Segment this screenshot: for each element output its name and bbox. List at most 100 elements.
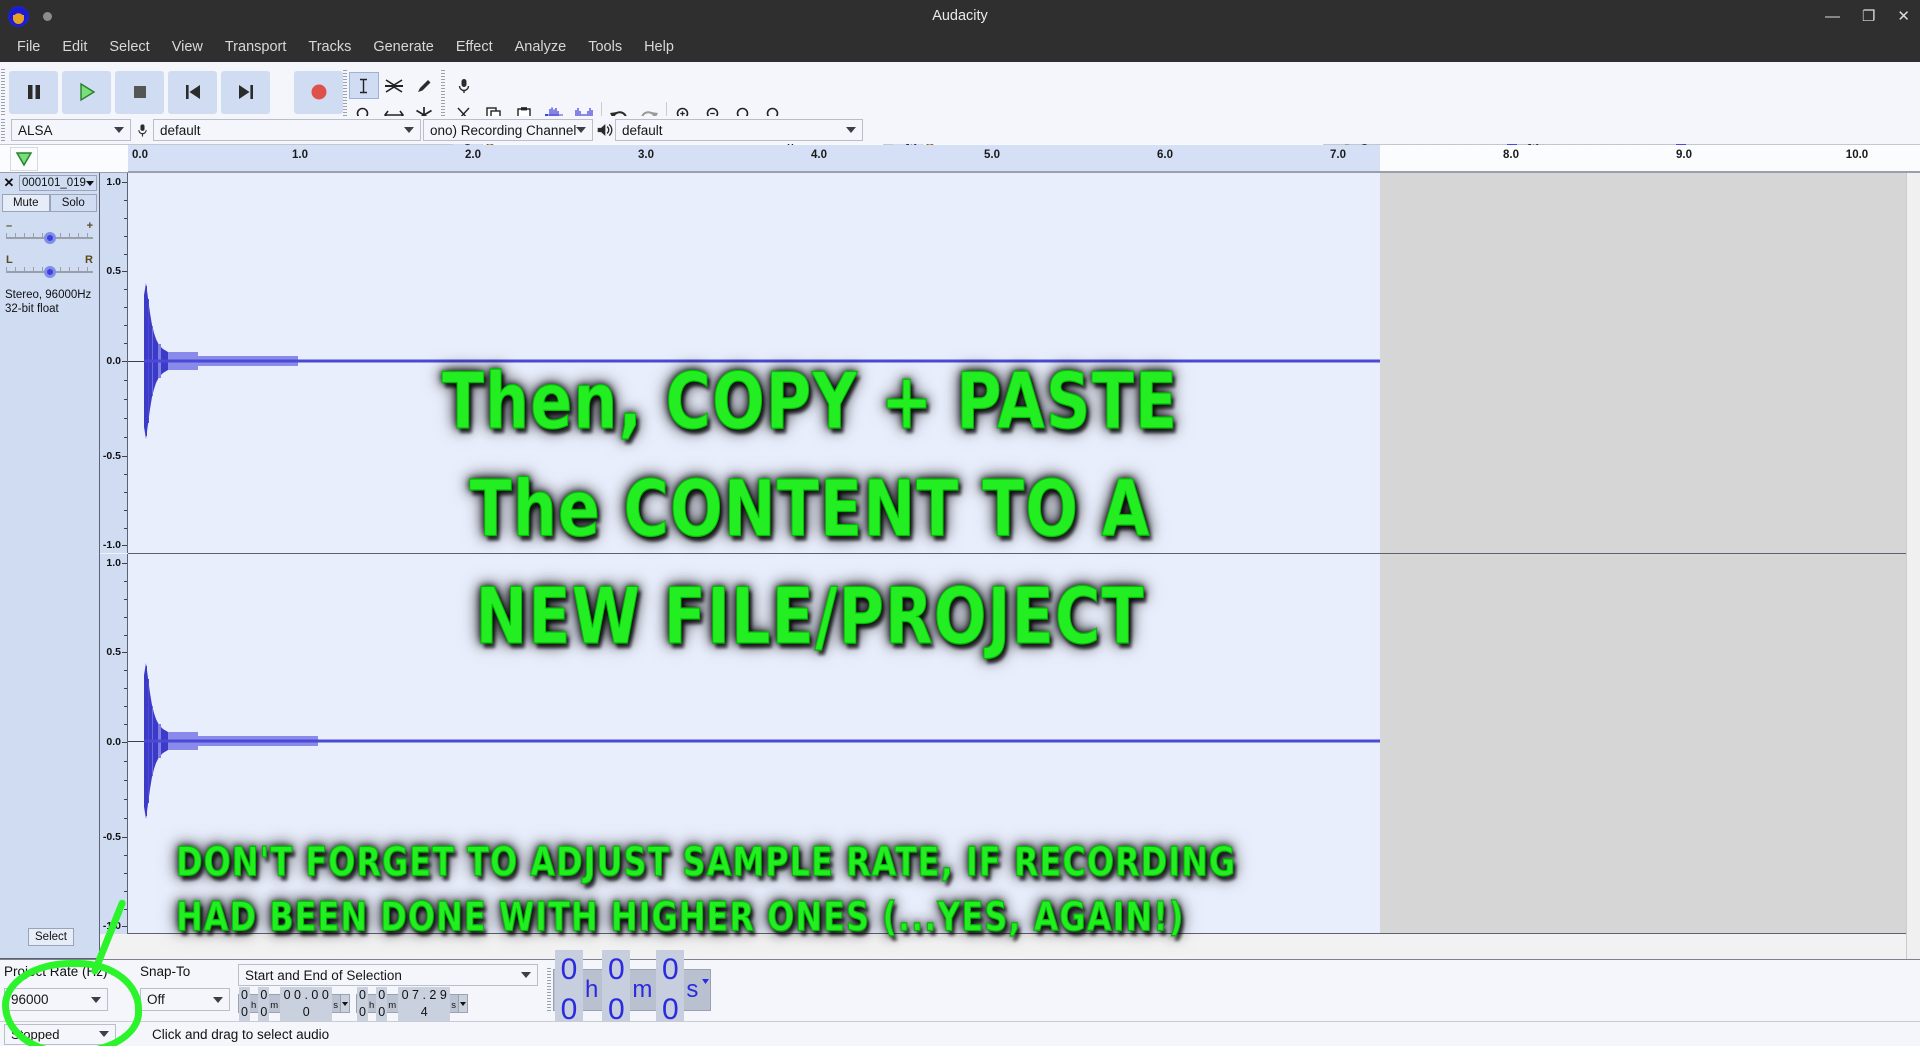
snap-to-combo[interactable]: Off	[140, 988, 230, 1011]
ruler-label-6: 6.0	[1157, 149, 1173, 161]
recording-channels-combo[interactable]: ono) Recording Channel	[423, 119, 593, 141]
project-rate-label: Project Rate (Hz)	[4, 964, 108, 979]
pin-play-head-icon[interactable]	[10, 147, 38, 171]
pos-spinner[interactable]	[702, 971, 709, 1009]
chevron-down-icon	[99, 1031, 109, 1037]
transport-toolbar-grip[interactable]	[0, 68, 7, 116]
vruler-r--0.5: -0.5	[103, 831, 121, 843]
close-track-button[interactable]: ✕	[3, 175, 15, 191]
chevron-down-icon	[213, 997, 223, 1003]
device-toolbar-grip[interactable]	[0, 118, 7, 142]
device-toolbar: ALSA default ono) Recording Channel defa…	[0, 116, 1920, 144]
pan-slider[interactable]: L R	[6, 254, 93, 280]
chevron-down-icon	[521, 972, 531, 978]
mute-button[interactable]: Mute	[2, 194, 50, 212]
menu-file[interactable]: File	[6, 36, 51, 58]
vruler-l--0.5: -0.5	[103, 450, 121, 462]
sel-start-spinner[interactable]	[340, 995, 349, 1012]
timeline-selection-region	[128, 145, 1380, 172]
project-rate-combo[interactable]: 96000	[4, 988, 108, 1011]
sel-end-unit-m: m	[388, 1000, 396, 1012]
window-menu-dot-icon[interactable]	[43, 12, 52, 21]
tools-row-1	[349, 71, 439, 100]
selection-tool-icon[interactable]	[349, 72, 379, 99]
sel-start-unit-h: h	[251, 1000, 256, 1012]
ruler-label-3: 3.0	[638, 149, 654, 161]
gain-slider[interactable]: – +	[6, 220, 93, 246]
menu-analyze[interactable]: Analyze	[504, 36, 578, 58]
pan-right-label: R	[85, 254, 93, 266]
track-name-dropdown[interactable]: 000101_019	[19, 175, 97, 191]
gain-slider-knob[interactable]	[44, 232, 56, 244]
sel-end-m1: 0 0	[376, 987, 387, 1021]
record-button[interactable]	[294, 71, 343, 114]
selection-start-time-field[interactable]: 0 0 h 0 0 m 0 0 . 0 0 0 s	[238, 994, 350, 1013]
pan-slider-knob[interactable]	[44, 266, 56, 278]
gain-plus-label: +	[87, 220, 93, 232]
menu-help[interactable]: Help	[633, 36, 685, 58]
microphone-icon[interactable]	[449, 72, 479, 99]
menu-view[interactable]: View	[161, 36, 214, 58]
tool-state-combo[interactable]: Stopped	[4, 1024, 116, 1045]
sel-start-m1: 0 0	[258, 987, 269, 1021]
status-bar: Stopped Click and drag to select audio	[0, 1021, 1920, 1046]
vertical-ruler-right-channel: 1.0 0.5 0.0 -0.5 -1.0	[100, 554, 128, 934]
envelope-tool-icon[interactable]	[379, 72, 409, 99]
waveform-left-empty-area	[1380, 173, 1920, 553]
chevron-down-icon	[86, 181, 94, 186]
vertical-ruler-left-channel: 1.0 0.5 0.0 -0.5 -1.0	[100, 173, 128, 553]
menu-generate[interactable]: Generate	[362, 36, 444, 58]
pos-unit-s: s	[686, 976, 698, 1004]
menu-select[interactable]: Select	[98, 36, 160, 58]
sel-end-spinner[interactable]	[458, 995, 467, 1012]
vertical-scrollbar[interactable]	[1906, 173, 1920, 959]
play-button[interactable]	[62, 71, 111, 114]
track-format-info: Stereo, 96000Hz 32-bit float	[0, 280, 99, 316]
menu-tools[interactable]: Tools	[577, 36, 633, 58]
sel-end-unit-h: h	[369, 1000, 374, 1012]
audio-host-value: ALSA	[18, 123, 53, 138]
timeline-ruler[interactable]: 0.0 1.0 2.0 3.0 4.0 5.0 6.0 7.0 8.0 9.0 …	[128, 145, 1920, 172]
waveform-left-channel[interactable]	[128, 173, 1920, 554]
menu-tracks[interactable]: Tracks	[297, 36, 362, 58]
sel-start-h1: 0 0	[239, 987, 250, 1021]
audacity-logo-icon	[8, 6, 29, 27]
waveform-right-channel[interactable]	[128, 554, 1920, 934]
timeline-ruler-bar: 0.0 1.0 2.0 3.0 4.0 5.0 6.0 7.0 8.0 9.0 …	[0, 145, 1920, 173]
recording-device-combo[interactable]: default	[153, 119, 421, 141]
pause-button[interactable]	[9, 71, 58, 114]
chevron-down-icon	[114, 127, 124, 133]
waveform-right-empty-area	[1380, 554, 1920, 933]
selection-mode-combo[interactable]: Start and End of Selection	[238, 964, 538, 986]
track-panel-header: ✕ 000101_019	[0, 173, 99, 191]
vruler-l--1: -1.0	[103, 539, 121, 551]
solo-button[interactable]: Solo	[50, 194, 98, 212]
playback-device-combo[interactable]: default	[615, 119, 863, 141]
recording-channels-value: ono) Recording Channel	[430, 123, 576, 138]
sel-start-unit-m: m	[270, 1000, 278, 1012]
waveform-right-svg	[128, 554, 1380, 934]
menu-transport[interactable]: Transport	[214, 36, 298, 58]
menu-effect[interactable]: Effect	[445, 36, 504, 58]
draw-tool-icon[interactable]	[409, 72, 439, 99]
ruler-label-4: 4.0	[811, 149, 827, 161]
audio-host-combo[interactable]: ALSA	[11, 119, 131, 141]
menu-bar: File Edit Select View Transport Tracks G…	[0, 32, 1920, 62]
audio-position-field[interactable]: 0 0 h 0 0 m 0 0 s	[553, 969, 711, 1011]
ruler-label-0: 0.0	[132, 149, 148, 161]
skip-to-start-button[interactable]	[168, 71, 217, 114]
stop-button[interactable]	[115, 71, 164, 114]
pan-left-label: L	[6, 254, 13, 266]
selection-toolbar: Project Rate (Hz) 96000 Snap-To Off Star…	[0, 959, 1920, 1021]
skip-to-end-button[interactable]	[221, 71, 270, 114]
close-button[interactable]: ✕	[1897, 9, 1910, 24]
chevron-down-icon	[91, 997, 101, 1003]
selection-end-time-field[interactable]: 0 0 h 0 0 m 0 7 . 2 9 4 s	[356, 994, 468, 1013]
select-track-button[interactable]: Select	[28, 928, 74, 946]
sel-end-s1: 0 7 . 2 9 4	[398, 987, 450, 1021]
menu-edit[interactable]: Edit	[51, 36, 98, 58]
maximize-button[interactable]: ❐	[1862, 9, 1875, 24]
audio-position-grip[interactable]	[546, 967, 553, 1013]
track-control-panel[interactable]: ✕ 000101_019 Mute Solo – + L R	[0, 173, 100, 959]
minimize-button[interactable]: —	[1825, 9, 1840, 24]
